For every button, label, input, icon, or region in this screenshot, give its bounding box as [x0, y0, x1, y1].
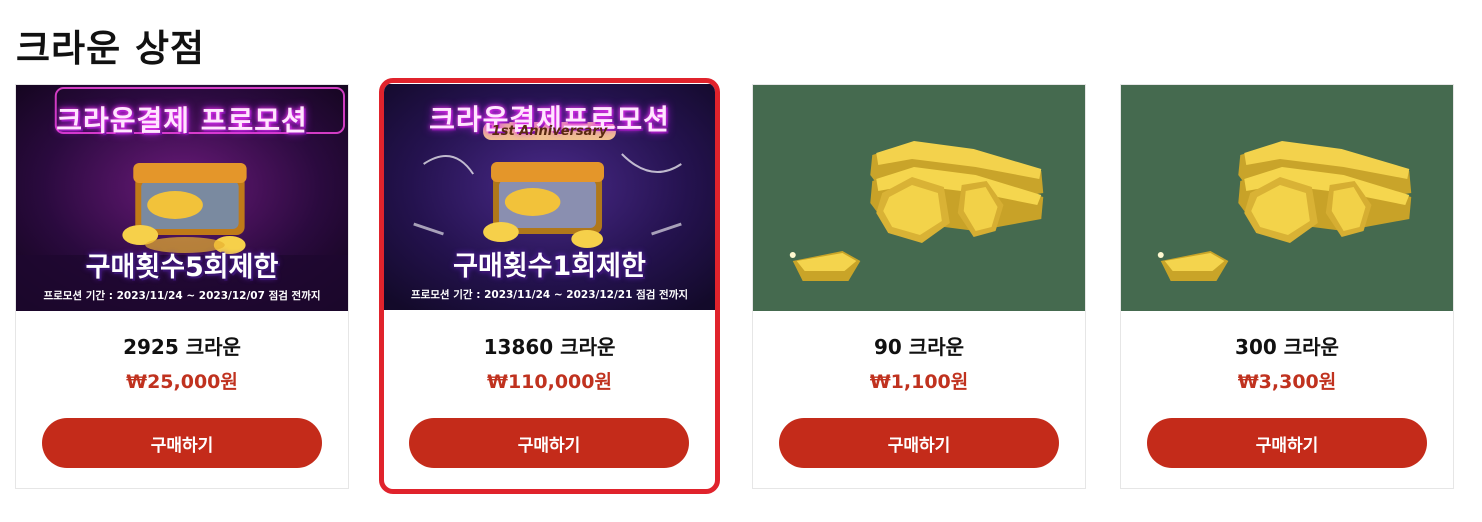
- gold-coins-icon: [753, 85, 1085, 311]
- product-image[interactable]: [753, 85, 1085, 311]
- promo-period: 프로모션 기간 : 2023/11/24 ~ 2023/12/07 점검 전까지: [43, 290, 321, 302]
- promo-title: 크라운결제 프로모션: [56, 104, 308, 137]
- product-card-highlighted[interactable]: 크라운결제프로모션 1st Anniversary 구매횟수1회제한 프로모션 …: [379, 78, 720, 494]
- product-image[interactable]: 크라운결제 프로모션 구매횟수5회제한 프로모션 기간 : 2023/11/24…: [16, 85, 348, 311]
- promo-limit: 구매횟수1회제한: [453, 251, 646, 282]
- product-price: ₩3,300원: [1237, 371, 1337, 393]
- product-price: ₩1,100원: [869, 371, 969, 393]
- buy-button[interactable]: 구매하기: [779, 418, 1059, 468]
- page-title: 크라운 상점: [16, 27, 206, 70]
- product-card[interactable]: 크라운결제 프로모션 구매횟수5회제한 프로모션 기간 : 2023/11/24…: [15, 84, 349, 489]
- buy-button[interactable]: 구매하기: [409, 418, 689, 468]
- buy-button[interactable]: 구매하기: [1147, 418, 1427, 468]
- product-card[interactable]: 90 크라운 ₩1,100원 구매하기: [752, 84, 1086, 489]
- promo-limit: 구매횟수5회제한: [85, 252, 279, 283]
- product-image[interactable]: [1121, 85, 1453, 311]
- product-name: 2925 크라운: [123, 335, 241, 359]
- product-name: 13860 크라운: [483, 335, 616, 359]
- product-name: 90 크라운: [874, 335, 964, 359]
- product-price: ₩25,000원: [126, 371, 238, 393]
- gold-coins-icon: [1121, 85, 1453, 311]
- promo-period: 프로모션 기간 : 2023/11/24 ~ 2023/12/21 점검 전까지: [410, 289, 689, 301]
- product-image[interactable]: 크라운결제프로모션 1st Anniversary 구매횟수1회제한 프로모션 …: [384, 84, 715, 310]
- promo-subtitle: 1st Anniversary: [491, 124, 608, 139]
- product-name: 300 크라운: [1235, 335, 1339, 359]
- buy-button[interactable]: 구매하기: [42, 418, 322, 468]
- product-card[interactable]: 300 크라운 ₩3,300원 구매하기: [1120, 84, 1454, 489]
- product-price: ₩110,000원: [487, 371, 612, 393]
